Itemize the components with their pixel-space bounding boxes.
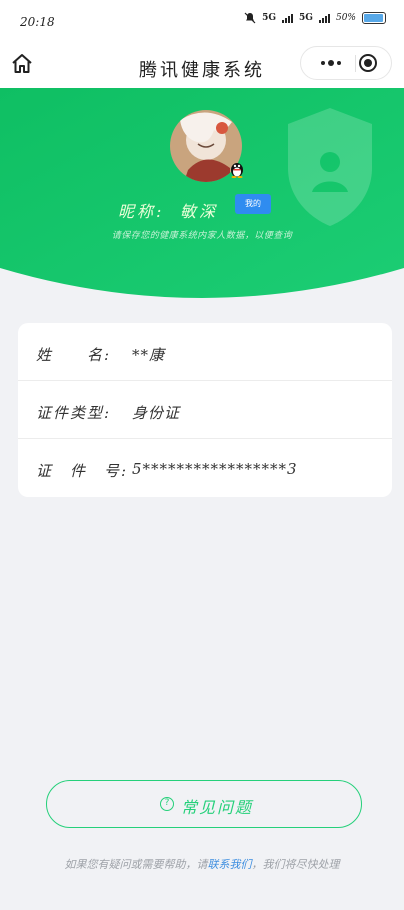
question-icon: ? [160, 797, 174, 811]
hero-tip-text: 请保存您的健康系统内家人数据，以便查询 [111, 231, 293, 241]
qq-penguin-icon [231, 163, 243, 178]
nickname-label: 昵称: [118, 202, 165, 221]
identity-info-card: 姓 名: **康 证件类型: 身份证 证 件 号: 5*************… [18, 323, 392, 497]
status-icons: 5G 5G 50% [244, 12, 386, 24]
my-button[interactable]: 我的 [235, 194, 271, 214]
mini-program-capsule [300, 46, 392, 80]
target-close-icon[interactable] [359, 54, 377, 72]
capsule-divider [355, 55, 356, 72]
info-label: 姓 名: [36, 346, 112, 364]
info-row-name: 姓 名: **康 [18, 323, 392, 381]
footer-text-after: ，我们将尽快处理 [251, 858, 340, 871]
nickname-value: 敏深 [180, 202, 219, 221]
status-bar: 20:18 5G 5G 50% [0, 0, 404, 44]
network-label-2: 5G [299, 13, 313, 23]
faq-button[interactable]: ? 常见问题 [46, 780, 362, 828]
mute-bell-icon [244, 12, 256, 24]
info-row-id-number: 证 件 号: 5*****************3 [18, 439, 392, 497]
nickname-row: 昵称: 敏深 我的 [0, 194, 404, 222]
info-value: **康 [132, 346, 166, 364]
footer-contact-link[interactable]: 联系我们 [208, 858, 252, 871]
info-label: 证件类型: [36, 404, 112, 422]
footer-note: 如果您有疑问或需要帮助，请联系我们，我们将尽快处理 [0, 856, 404, 872]
status-time: 20:18 [20, 15, 55, 29]
signal-icon [282, 13, 294, 23]
info-value: 5*****************3 [132, 460, 298, 478]
battery-icon [362, 12, 386, 24]
info-row-id-type: 证件类型: 身份证 [18, 381, 392, 439]
more-dots-icon[interactable] [309, 47, 353, 79]
nav-bar: 腾讯健康系统 [0, 44, 404, 88]
battery-percent: 50% [335, 13, 356, 23]
faq-button-label: 常见问题 [181, 798, 254, 817]
footer-text-before: 如果您有疑问或需要帮助，请 [64, 858, 208, 871]
info-label: 证 件 号: [36, 462, 129, 480]
network-label-1: 5G [262, 13, 277, 23]
info-value: 身份证 [132, 404, 181, 422]
signal-icon-2 [318, 13, 330, 23]
